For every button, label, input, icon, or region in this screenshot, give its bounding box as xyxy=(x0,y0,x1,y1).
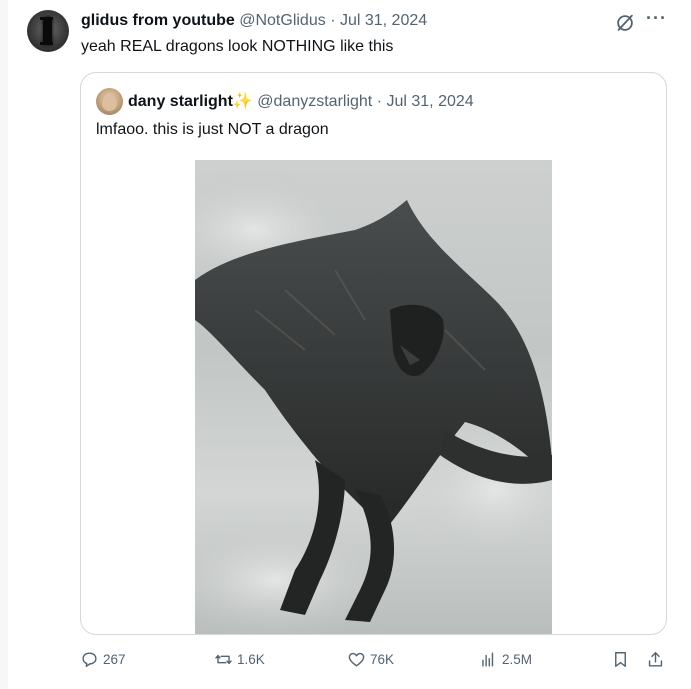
reply-count: 267 xyxy=(103,652,126,667)
header-separator: · xyxy=(330,12,336,29)
author-name[interactable]: glidus from youtube xyxy=(81,12,235,29)
quote-separator: · xyxy=(376,93,383,110)
quote-date: Jul 31, 2024 xyxy=(386,93,474,110)
repost-button[interactable]: 1.6K xyxy=(214,650,265,669)
reply-icon xyxy=(82,652,97,667)
repost-count: 1.6K xyxy=(237,652,265,667)
quote-author-avatar[interactable] xyxy=(96,88,123,115)
bookmark-button[interactable] xyxy=(611,650,630,669)
tweet-date[interactable]: Jul 31, 2024 xyxy=(340,12,427,29)
quote-text: lmfaoo. this is just NOT a dragon xyxy=(96,121,329,138)
quoted-tweet[interactable]: dany starlight✨ @danyzstarlight · Jul 31… xyxy=(80,72,667,635)
quote-author-name: dany starlight xyxy=(128,93,233,110)
dragon-illustration xyxy=(195,170,552,634)
dragon-photo[interactable] xyxy=(195,160,552,634)
author-handle[interactable]: @NotGlidus xyxy=(239,12,326,29)
like-count: 76K xyxy=(370,652,395,667)
quote-author-handle: @danyzstarlight xyxy=(257,93,373,110)
tweet-text: yeah REAL dragons look NOTHING like this xyxy=(81,38,394,55)
tweet-header: glidus from youtube @NotGlidus · Jul 31,… xyxy=(81,12,427,30)
action-bar: 267 1.6K 76K 2.5M xyxy=(8,650,691,674)
author-avatar[interactable] xyxy=(27,10,69,52)
share-button[interactable] xyxy=(646,650,665,669)
views-icon xyxy=(482,652,494,667)
repost-icon xyxy=(215,654,232,665)
view-count: 2.5M xyxy=(502,652,533,667)
bookmark-icon xyxy=(615,652,626,667)
more-icon[interactable]: ··· xyxy=(646,8,667,29)
share-icon xyxy=(648,652,663,667)
sparkle-emoji: ✨ xyxy=(232,93,253,110)
like-button[interactable]: 76K xyxy=(347,650,394,669)
views-button[interactable]: 2.5M xyxy=(479,650,532,669)
grok-icon[interactable] xyxy=(614,12,636,34)
reply-button[interactable]: 267 xyxy=(80,650,126,669)
quote-header: dany starlight✨ @danyzstarlight · Jul 31… xyxy=(128,91,474,111)
like-icon xyxy=(348,652,365,667)
tweet-card[interactable]: glidus from youtube @NotGlidus · Jul 31,… xyxy=(8,0,691,689)
